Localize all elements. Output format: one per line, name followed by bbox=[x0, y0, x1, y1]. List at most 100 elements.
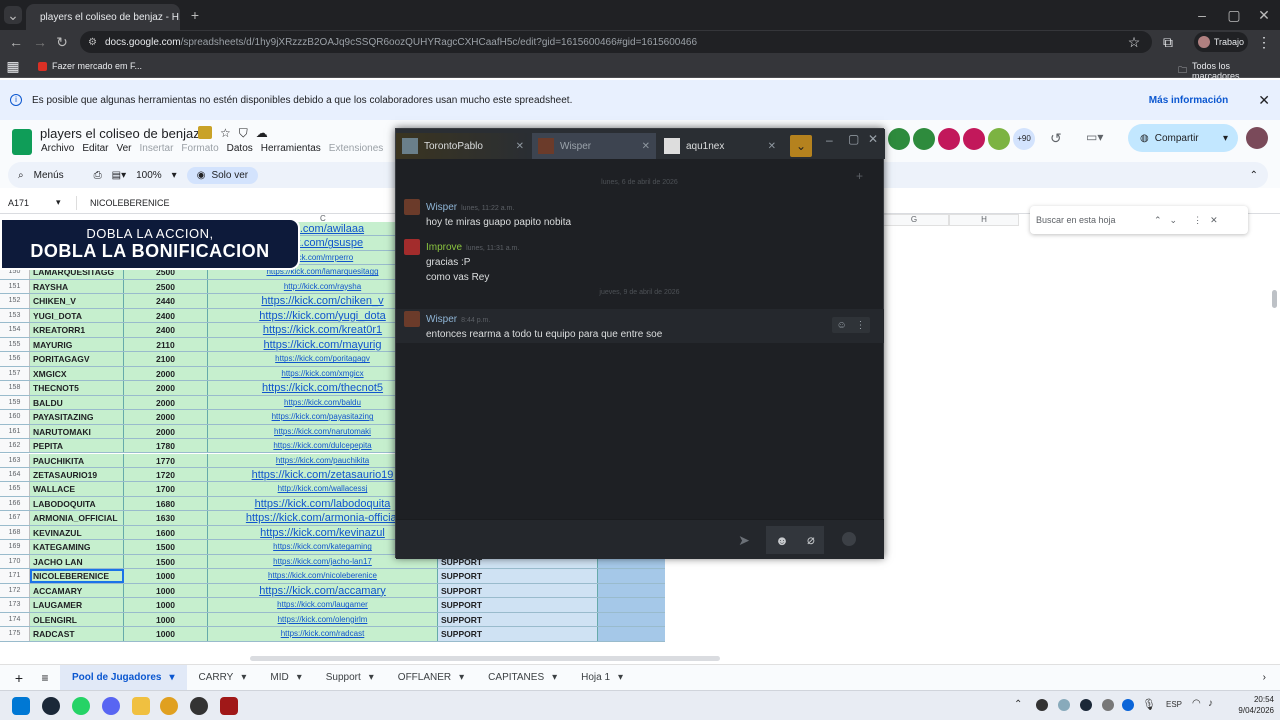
points-cell[interactable]: 2440 bbox=[124, 294, 208, 308]
search-menus-icon[interactable]: ⌕ bbox=[18, 170, 24, 181]
close-tab-icon[interactable]: ✕ bbox=[642, 141, 650, 152]
chevron-down-icon[interactable]: ⌄ bbox=[1170, 215, 1178, 226]
chevron-down-icon[interactable]: ▾ bbox=[459, 672, 464, 683]
more-options-icon[interactable]: ⋮ bbox=[856, 320, 866, 331]
print-icon[interactable]: ⎙ bbox=[94, 170, 102, 181]
player-name-cell[interactable]: YUGI_DOTA bbox=[30, 308, 124, 323]
chevron-down-icon[interactable]: ▾ bbox=[552, 672, 557, 683]
column-header-g[interactable]: G bbox=[879, 214, 949, 226]
bluetooth-icon[interactable] bbox=[1122, 699, 1134, 711]
menu-editar[interactable]: Editar bbox=[82, 143, 108, 154]
points-cell[interactable]: 1630 bbox=[124, 511, 208, 525]
chrome-icon[interactable] bbox=[160, 697, 178, 715]
windows-start-icon[interactable] bbox=[12, 697, 30, 715]
share-button[interactable]: ◍ Compartir ▾ bbox=[1128, 124, 1238, 152]
points-cell[interactable]: 1500 bbox=[124, 554, 208, 569]
avatar[interactable] bbox=[1246, 127, 1268, 149]
row-number[interactable]: 169 bbox=[0, 540, 30, 554]
chat-tab-wisper[interactable]: Wisper ✕ bbox=[532, 133, 656, 159]
menu-herramientas[interactable]: Herramientas bbox=[261, 143, 321, 154]
forward-icon[interactable]: → bbox=[32, 34, 48, 50]
chevron-down-icon[interactable]: ▾ bbox=[297, 672, 302, 683]
microphone-icon[interactable]: 🎙 bbox=[1142, 698, 1156, 711]
new-tab-icon[interactable]: + bbox=[186, 6, 204, 24]
highlight-cell[interactable] bbox=[598, 627, 665, 641]
menu-ver[interactable]: Ver bbox=[116, 143, 131, 154]
row-number[interactable]: 171 bbox=[0, 569, 30, 583]
points-cell[interactable]: 1000 bbox=[124, 627, 208, 641]
chrome-menu-icon[interactable]: ⋮ bbox=[1256, 34, 1272, 50]
row-number[interactable]: 165 bbox=[0, 482, 30, 496]
points-cell[interactable]: 2110 bbox=[124, 337, 208, 352]
back-icon[interactable]: ← bbox=[8, 34, 24, 50]
points-cell[interactable]: 2400 bbox=[124, 308, 208, 323]
channel-link-cell[interactable]: https://kick.com/nicoleberenice bbox=[208, 569, 438, 583]
discord-icon[interactable] bbox=[102, 697, 120, 715]
language-indicator[interactable]: ESP bbox=[1166, 700, 1182, 709]
channel-link-cell[interactable]: https://kick.com/laugamer bbox=[208, 598, 438, 612]
sheet-tab-mid[interactable]: MID ▾ bbox=[258, 665, 313, 691]
row-number[interactable]: 161 bbox=[0, 424, 30, 438]
maximize-icon[interactable]: ▢ bbox=[848, 132, 859, 146]
wifi-icon[interactable]: ◠ bbox=[1192, 698, 1201, 709]
player-name-cell[interactable]: BALDU bbox=[30, 395, 124, 410]
collapse-icon[interactable]: › bbox=[1263, 672, 1266, 683]
bookmark-item[interactable]: Fazer mercado em F... bbox=[38, 61, 142, 71]
role-cell[interactable]: SUPPORT bbox=[438, 612, 598, 627]
send-icon[interactable]: ➤ bbox=[730, 526, 758, 554]
avatar[interactable] bbox=[888, 128, 910, 150]
bookmark-star-icon[interactable]: ☆ bbox=[1126, 34, 1142, 50]
sender-name[interactable]: Wisper bbox=[426, 202, 457, 213]
chevron-up-icon[interactable]: ⌃ bbox=[1154, 215, 1162, 226]
row-number[interactable]: 166 bbox=[0, 496, 30, 511]
player-name-cell[interactable]: LABODOQUITA bbox=[30, 496, 124, 511]
row-number[interactable]: 156 bbox=[0, 352, 30, 366]
tray-steam-icon[interactable] bbox=[1080, 699, 1092, 711]
menu-extensiones[interactable]: Extensiones bbox=[329, 143, 383, 154]
row-number[interactable]: 164 bbox=[0, 467, 30, 482]
player-name-cell[interactable]: MAYURIG bbox=[30, 337, 124, 352]
more-options-icon[interactable]: ⋮ bbox=[1193, 215, 1202, 226]
points-cell[interactable]: 1000 bbox=[124, 583, 208, 598]
minimize-window-icon[interactable]: – bbox=[1192, 6, 1212, 24]
role-cell[interactable]: SUPPORT bbox=[438, 598, 598, 612]
points-cell[interactable]: 2400 bbox=[124, 323, 208, 337]
apps-grid-icon[interactable]: ▦ bbox=[6, 58, 20, 74]
row-number[interactable]: 152 bbox=[0, 294, 30, 308]
chevron-down-icon[interactable]: ▾ bbox=[172, 170, 177, 181]
points-cell[interactable]: 1000 bbox=[124, 612, 208, 627]
sheet-tab-pool[interactable]: Pool de Jugadores ▾ bbox=[60, 664, 187, 691]
reload-icon[interactable]: ↻ bbox=[54, 34, 70, 50]
move-icon[interactable]: ⛉ bbox=[239, 126, 248, 141]
points-cell[interactable]: 1700 bbox=[124, 482, 208, 496]
sheet-tab-support[interactable]: Support ▾ bbox=[314, 665, 386, 691]
chevron-down-icon[interactable]: ▾ bbox=[618, 672, 623, 683]
close-find-icon[interactable]: ✕ bbox=[1210, 215, 1218, 226]
emoji-icon[interactable]: ☻ bbox=[775, 533, 789, 548]
player-name-cell[interactable]: XMGICX bbox=[30, 366, 124, 381]
close-tab-icon[interactable]: ✕ bbox=[516, 141, 524, 152]
row-number[interactable]: 170 bbox=[0, 554, 30, 569]
row-number[interactable]: 155 bbox=[0, 337, 30, 352]
player-name-cell[interactable]: ARMONIA_OFFICIAL bbox=[30, 511, 124, 525]
chat-input[interactable] bbox=[400, 524, 726, 556]
points-cell[interactable]: 1680 bbox=[124, 496, 208, 511]
browser-tab[interactable]: players el coliseo de benjaz - H... ✕ bbox=[26, 4, 180, 30]
file-explorer-icon[interactable] bbox=[132, 697, 150, 715]
dota2-icon[interactable] bbox=[220, 697, 238, 715]
avatar[interactable] bbox=[938, 128, 960, 150]
points-cell[interactable]: 2000 bbox=[124, 381, 208, 395]
avatar[interactable] bbox=[988, 128, 1010, 150]
row-number[interactable]: 160 bbox=[0, 410, 30, 424]
view-only-chip[interactable]: ◉ Solo ver bbox=[186, 166, 259, 184]
formula-input[interactable]: NICOLEBERENICE bbox=[90, 198, 170, 208]
row-number[interactable]: 168 bbox=[0, 525, 30, 540]
player-name-cell[interactable]: RADCAST bbox=[30, 627, 124, 641]
points-cell[interactable]: 1600 bbox=[124, 525, 208, 540]
doc-title[interactable]: players el coliseo de benjaz bbox=[40, 126, 200, 141]
points-cell[interactable]: 2100 bbox=[124, 352, 208, 366]
avatar[interactable] bbox=[404, 199, 420, 215]
points-cell[interactable]: 1780 bbox=[124, 439, 208, 453]
player-name-cell[interactable]: THECNOT5 bbox=[30, 381, 124, 395]
show-hidden-icons-icon[interactable]: ⌃ bbox=[1014, 699, 1022, 710]
